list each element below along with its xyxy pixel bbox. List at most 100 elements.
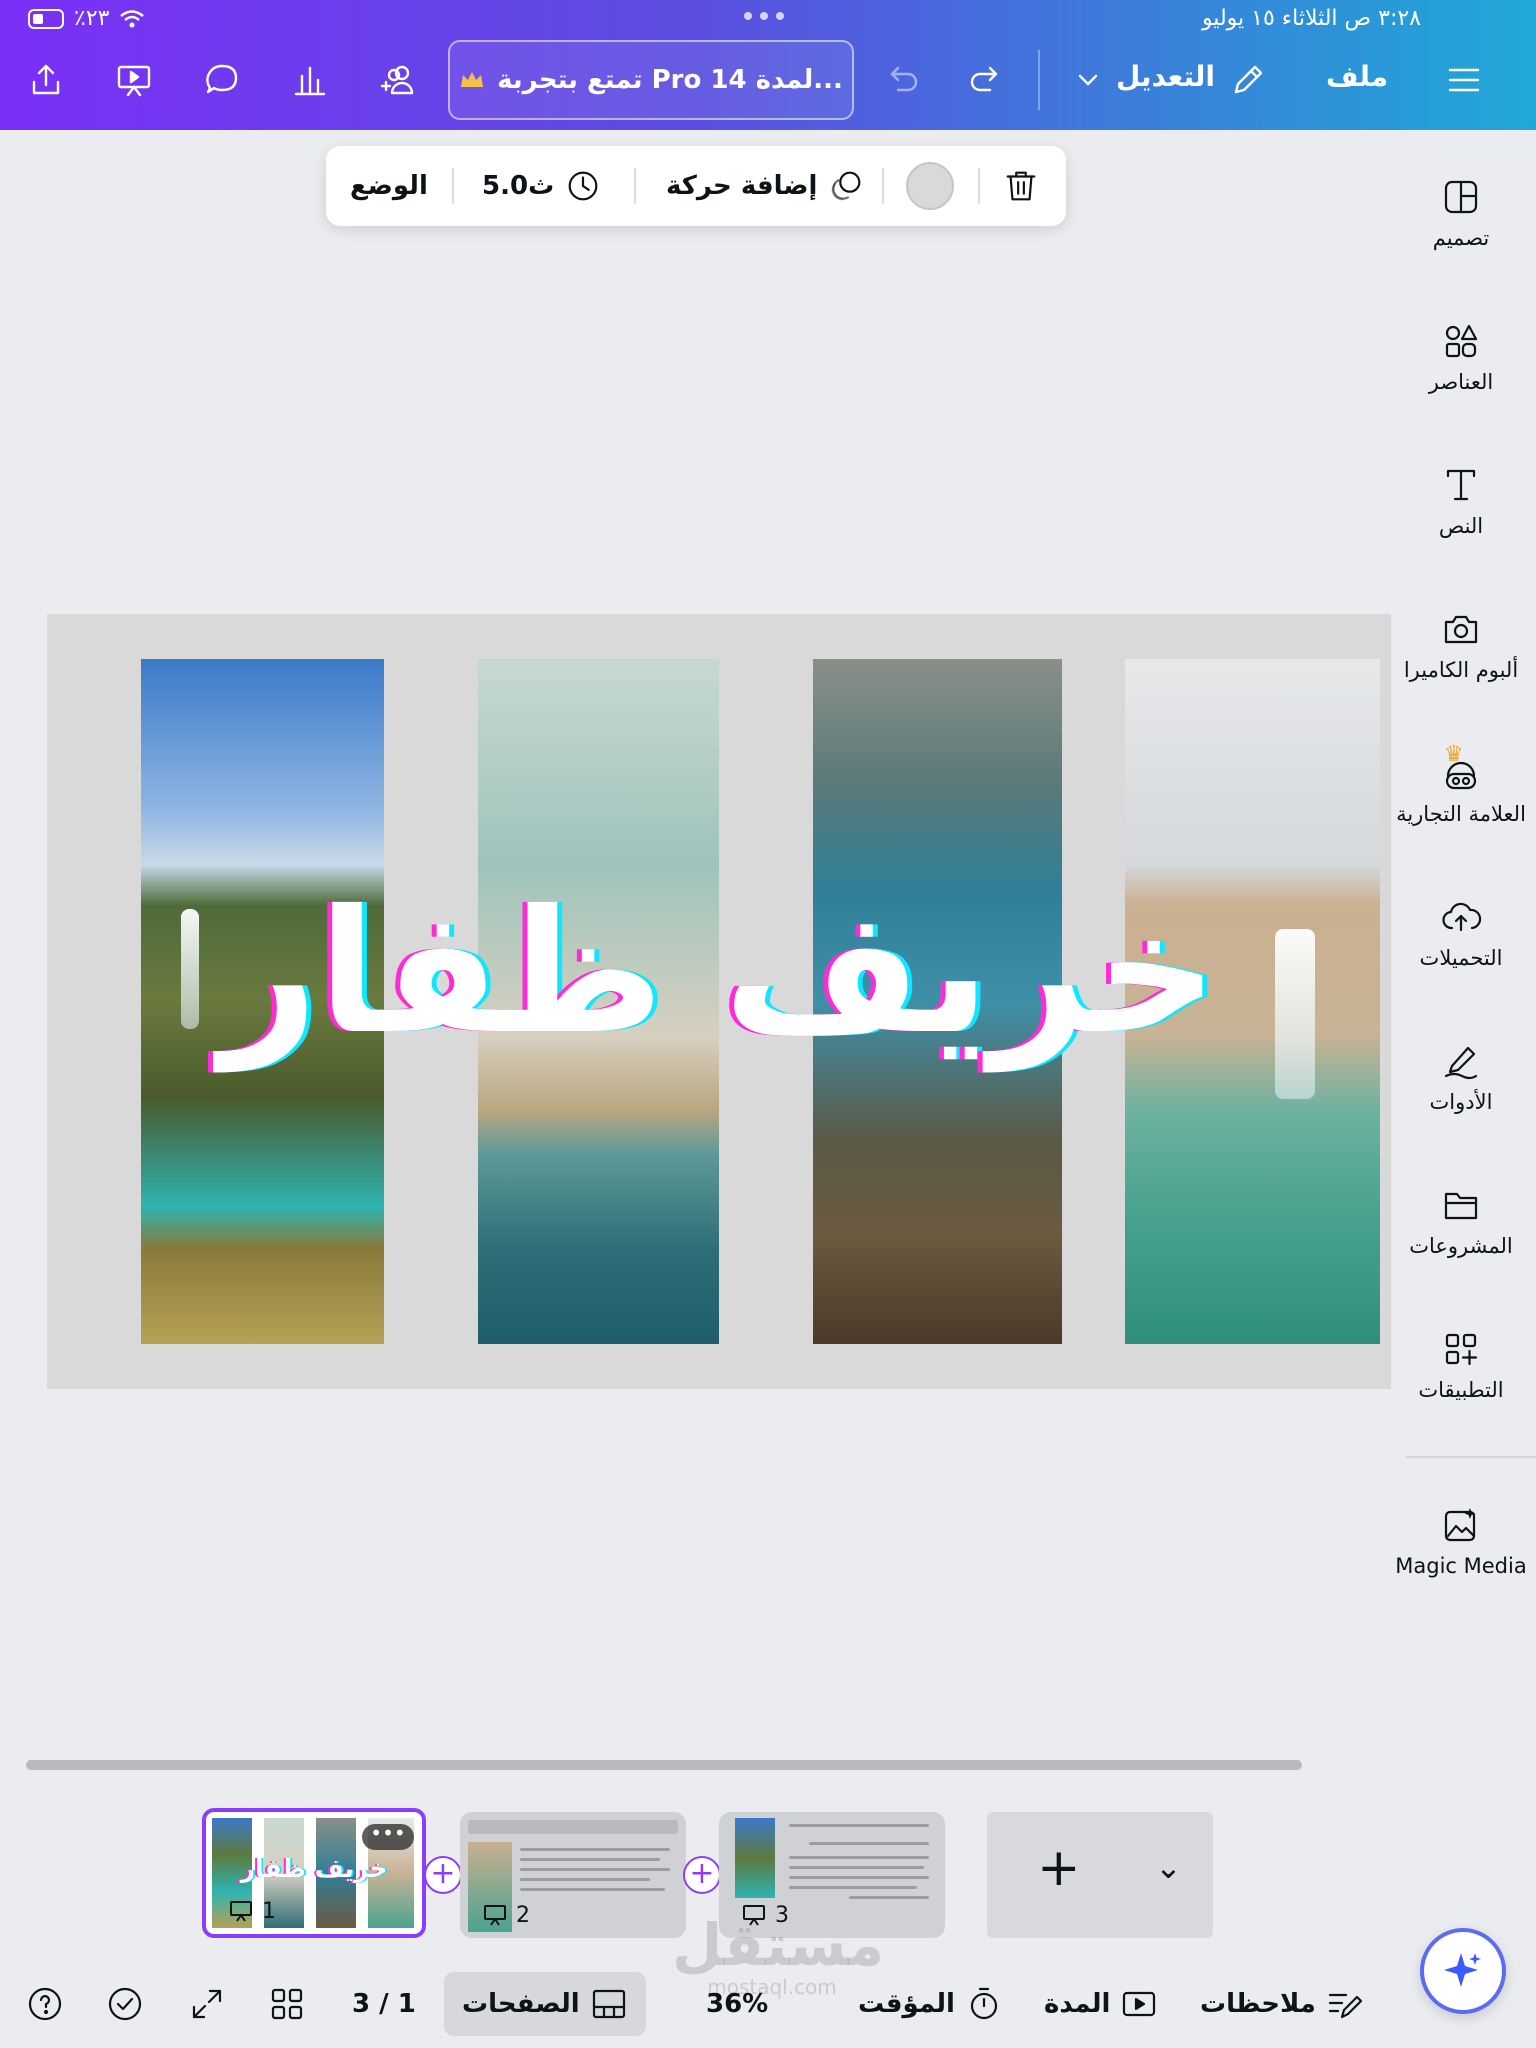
undo-icon[interactable] [880, 58, 924, 102]
sidebar-item-uploads[interactable]: التحميلات [1386, 880, 1536, 990]
notes-button[interactable]: ملاحظات [1200, 1978, 1364, 2030]
sidebar-item-text[interactable]: النص [1386, 448, 1536, 558]
comment-icon[interactable] [200, 58, 244, 102]
grid-icon [271, 1988, 303, 2020]
timer-button[interactable]: المؤقت [858, 1978, 1003, 2030]
pages-button[interactable]: الصفحات [444, 1972, 646, 2036]
grid-view-button[interactable] [268, 1978, 306, 2030]
duration-button[interactable]: 5.0ث [482, 146, 602, 226]
position-button[interactable]: الوضع [350, 146, 428, 226]
sidebar-item-elements[interactable]: العناصر [1386, 304, 1536, 414]
clock-icon [568, 171, 598, 201]
sidebar-item-label: الأدوات [1429, 1090, 1493, 1114]
delete-button[interactable] [1002, 146, 1040, 226]
present-icon[interactable] [112, 58, 156, 102]
edit-menu[interactable]: التعديل [1116, 60, 1215, 93]
animate-icon [832, 171, 861, 201]
page-counter: 3 / 1 [352, 1989, 416, 2019]
magic-media-icon [1444, 1508, 1476, 1542]
timer-label: المؤقت [858, 1989, 955, 2019]
help-icon [28, 1987, 62, 2021]
sidebar-item-label: المشروعات [1409, 1234, 1513, 1258]
draw-icon [1444, 1046, 1478, 1080]
insert-page-button[interactable]: + [424, 1856, 462, 1894]
page-thumb-1[interactable]: خريف ظفار ••• 1 [202, 1808, 426, 1938]
sidebar-divider [1406, 1456, 1536, 1458]
multitask-dots[interactable] [744, 12, 784, 20]
canvas-title[interactable]: خريف ظفار [47, 874, 1391, 1072]
play-box-icon [1123, 1991, 1156, 2017]
apps-icon [1445, 1333, 1478, 1366]
sidebar-item-apps[interactable]: التطبيقات [1386, 1312, 1536, 1422]
fullscreen-button[interactable] [188, 1978, 226, 2030]
animate-label: إضافة حركة [666, 171, 818, 201]
sidebar-item-design[interactable]: تصميم [1386, 160, 1536, 270]
duration-value: 5.0ث [482, 171, 555, 201]
page-number: 2 [482, 1902, 530, 1928]
top-bar: ٣:٢٨ ص الثلاثاء ١٥ يوليو ٪٢٣ ملف التعديل… [0, 0, 1536, 130]
color-swatch-button[interactable] [906, 146, 954, 226]
add-page-icon[interactable]: + [1037, 1838, 1081, 1898]
chart-icon[interactable] [288, 58, 332, 102]
magic-assistant-button[interactable] [1420, 1928, 1506, 2014]
text-icon [1446, 469, 1476, 501]
menu-icon[interactable] [1442, 58, 1486, 102]
battery-percent: ٪٢٣ [74, 6, 110, 31]
sidebar-item-label: التطبيقات [1418, 1378, 1504, 1402]
design-icon [1444, 180, 1478, 214]
share-icon[interactable] [24, 58, 68, 102]
present-icon [484, 1905, 506, 1926]
add-people-icon[interactable] [376, 58, 420, 102]
horizontal-scrollbar[interactable] [26, 1760, 1302, 1770]
wifi-icon [120, 9, 145, 27]
status-battery: ٪٢٣ [28, 6, 145, 31]
pro-trial-button[interactable]: تمتع بتجربة Pro لمدة 14... [448, 40, 854, 120]
chevron-down-icon[interactable] [1066, 58, 1110, 102]
sidebar-item-label: تصميم [1432, 226, 1490, 250]
redo-icon[interactable] [964, 58, 1008, 102]
status-time: ٣:٢٨ ص الثلاثاء ١٥ يوليو [1201, 6, 1421, 31]
expand-icon [192, 1989, 222, 2019]
sidebar-item-magic-media[interactable]: Magic Media [1386, 1488, 1536, 1598]
pro-trial-label: تمتع بتجربة Pro لمدة 14... [497, 65, 843, 95]
pages-icon [592, 1989, 625, 2019]
duration-button[interactable]: المدة [1044, 1978, 1158, 2030]
present-icon [230, 1901, 252, 1922]
sidebar-item-draw[interactable]: الأدوات [1386, 1024, 1536, 1134]
sidebar-item-label: التحميلات [1419, 946, 1503, 970]
crown-icon [461, 72, 484, 87]
add-page-panel[interactable]: + ⌄ [987, 1812, 1213, 1938]
sidebar-item-projects[interactable]: المشروعات [1386, 1168, 1536, 1278]
sidebar-item-label: العناصر [1428, 370, 1494, 394]
insert-page-button[interactable]: + [683, 1856, 721, 1894]
check-button[interactable] [106, 1978, 144, 2030]
zoom-level[interactable]: 36% [706, 1978, 768, 2030]
sidebar-item-camera-roll[interactable]: ألبوم الكاميرا [1386, 592, 1536, 702]
sidebar-item-label: النص [1438, 514, 1484, 538]
timer-icon [970, 1987, 998, 2020]
sparkle-icon [1444, 1953, 1481, 1987]
upload-cloud-icon [1442, 902, 1482, 932]
trash-icon [1006, 171, 1036, 201]
position-label: الوضع [350, 171, 428, 201]
pages-label: الصفحات [462, 1989, 580, 2019]
bottom-bar: ملاحظات المدة المؤقت 36% الصفحات 3 / 1 [0, 1960, 1536, 2048]
pencil-icon[interactable] [1226, 58, 1270, 102]
color-swatch [906, 162, 954, 210]
file-menu[interactable]: ملف [1326, 60, 1388, 93]
camera-icon [1444, 615, 1478, 644]
sidebar-item-brand[interactable]: ♛ العلامة التجارية [1386, 736, 1536, 846]
battery-icon [28, 8, 64, 29]
sidebar-item-label: العلامة التجارية [1396, 802, 1526, 826]
more-options-button[interactable]: ••• [362, 1823, 414, 1850]
duration-label: المدة [1044, 1989, 1111, 2019]
help-button[interactable] [26, 1978, 64, 2030]
chevron-down-icon[interactable]: ⌄ [1155, 1848, 1182, 1886]
animate-button[interactable]: إضافة حركة [666, 146, 865, 226]
design-canvas[interactable]: خريف ظفار [47, 614, 1391, 1389]
page-thumb-2[interactable]: 2 [460, 1812, 686, 1938]
notes-icon [1328, 1993, 1362, 2019]
notes-label: ملاحظات [1200, 1989, 1316, 2019]
elements-icon [1445, 324, 1478, 358]
page-number: 1 [228, 1898, 276, 1924]
